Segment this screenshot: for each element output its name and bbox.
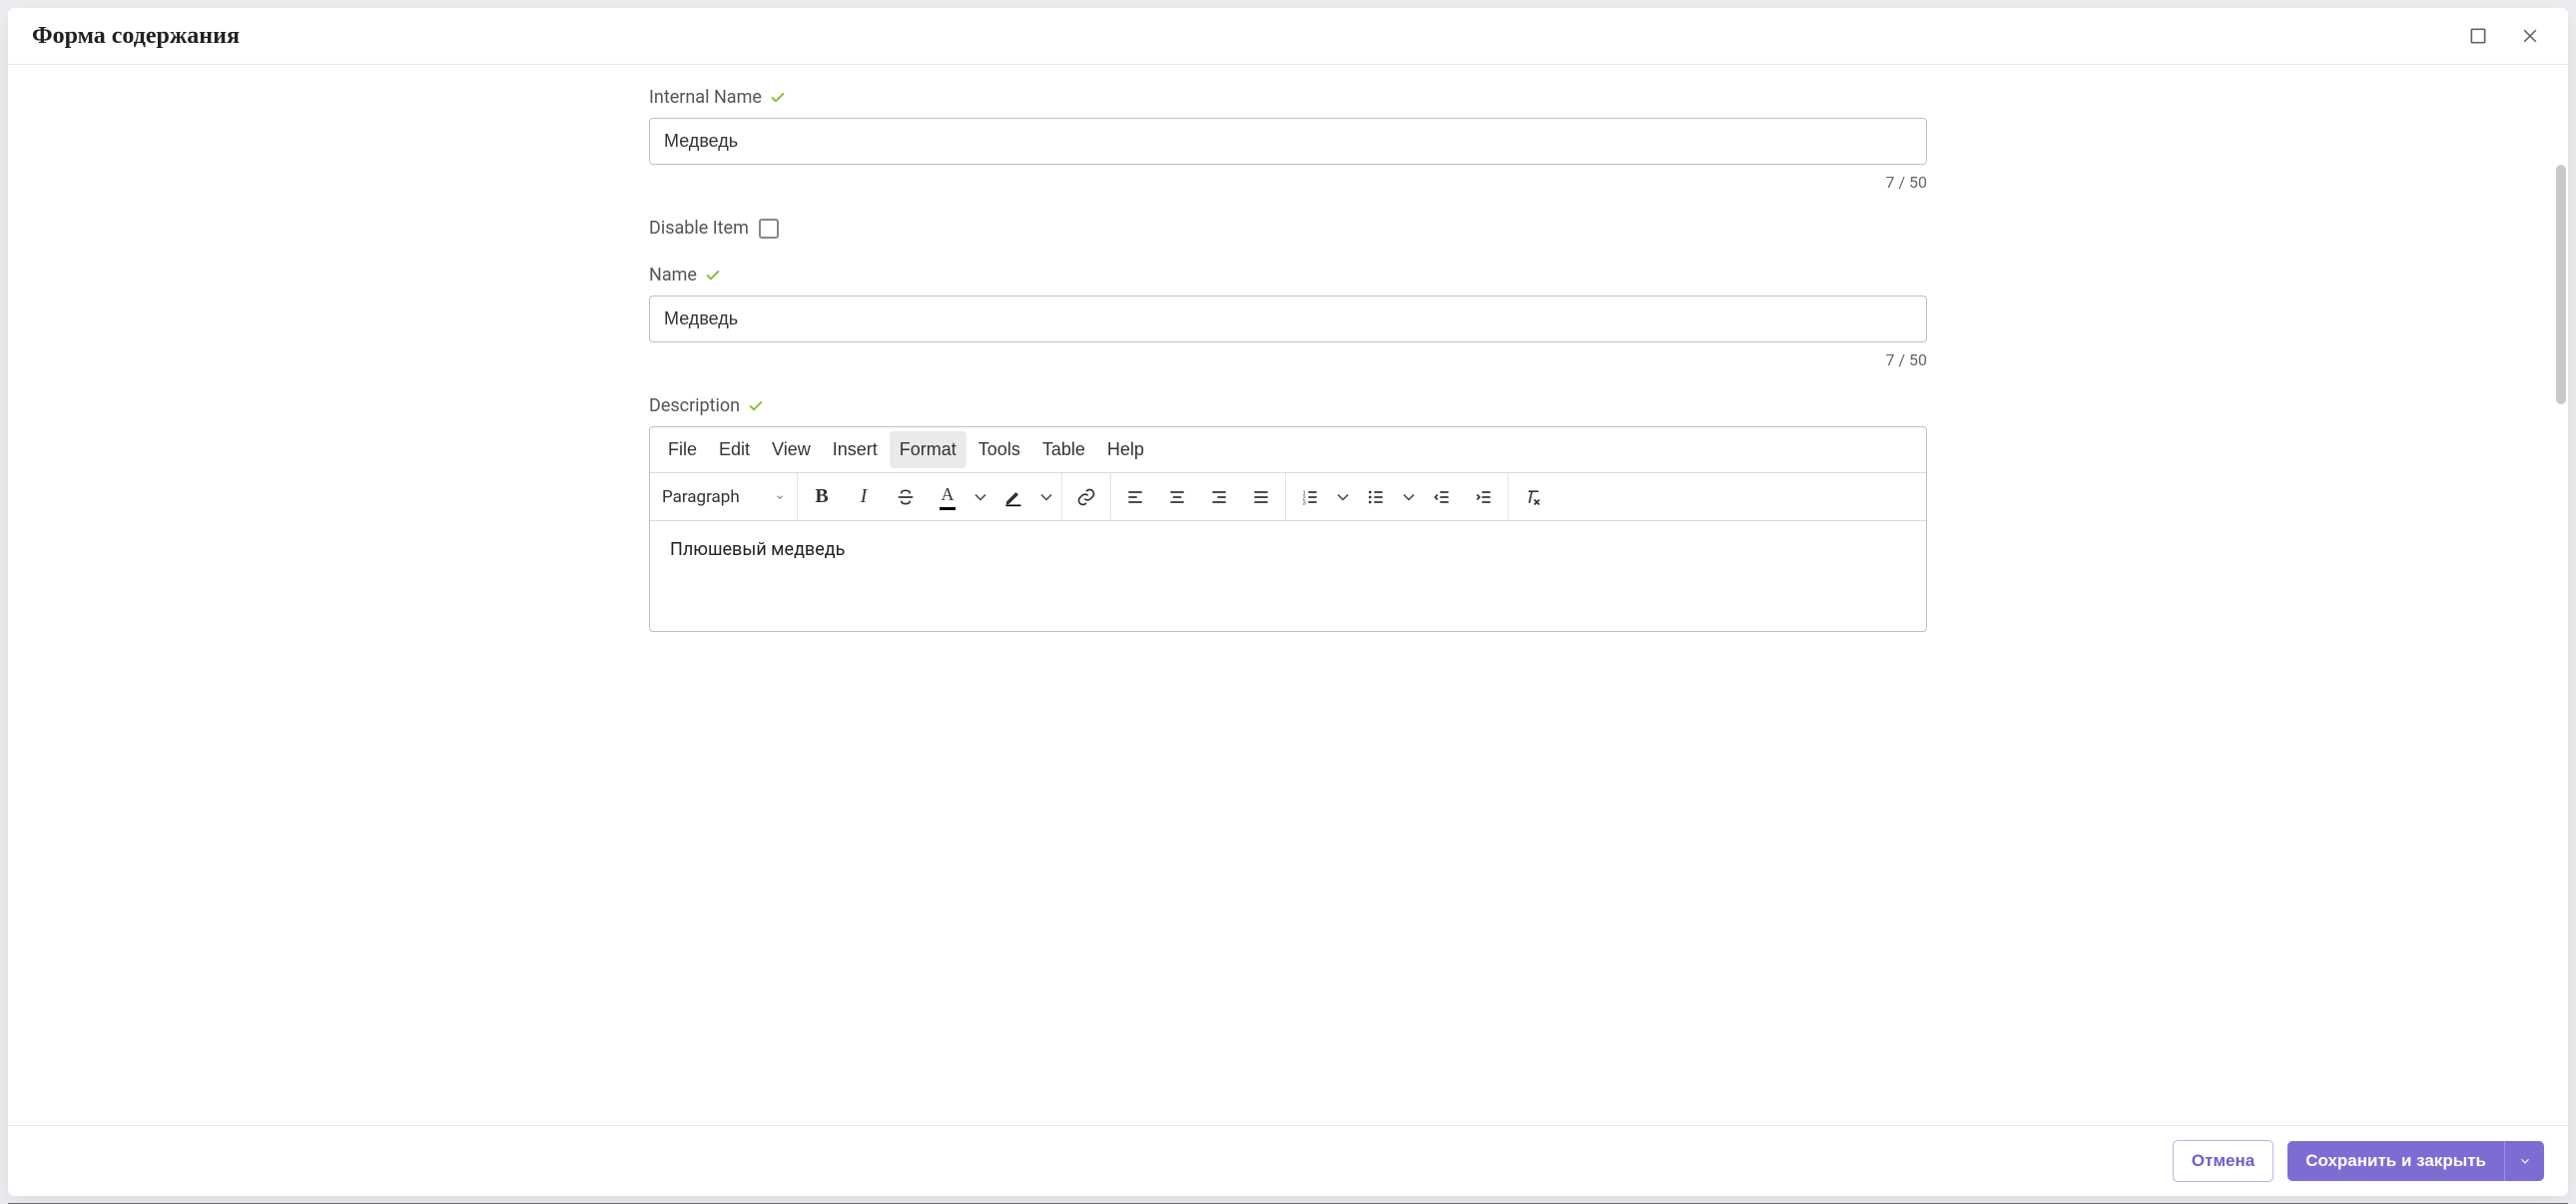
align-justify-icon bbox=[1251, 487, 1271, 507]
menu-edit[interactable]: Edit bbox=[709, 431, 760, 468]
name-label-text: Name bbox=[649, 265, 697, 286]
toolbar-group-text-style: B I A bbox=[798, 473, 1062, 520]
outdent-icon bbox=[1432, 487, 1452, 507]
chevron-down-icon bbox=[1036, 487, 1056, 507]
editor-toolbar: Paragraph B I A bbox=[650, 473, 1926, 521]
modal-title: Форма содержания bbox=[32, 23, 240, 50]
save-and-close-button[interactable]: Сохранить и закрыть bbox=[2287, 1141, 2504, 1181]
menu-view[interactable]: View bbox=[762, 431, 821, 468]
strikethrough-icon bbox=[896, 487, 916, 507]
field-disable-item: Disable Item bbox=[649, 218, 1927, 239]
disable-item-checkbox[interactable] bbox=[759, 219, 779, 239]
menu-file[interactable]: File bbox=[658, 431, 707, 468]
menu-help[interactable]: Help bbox=[1097, 431, 1154, 468]
toolbar-group-align bbox=[1111, 473, 1286, 520]
toolbar-group-lists: 123 bbox=[1286, 473, 1509, 520]
save-button-group: Сохранить и закрыть bbox=[2287, 1141, 2544, 1181]
clear-formatting-icon bbox=[1523, 487, 1543, 507]
italic-button[interactable]: I bbox=[844, 477, 884, 517]
description-editor-content[interactable]: Плюшевый медведь bbox=[650, 521, 1926, 631]
indent-button[interactable] bbox=[1464, 477, 1504, 517]
align-justify-button[interactable] bbox=[1241, 477, 1281, 517]
internal-name-label-text: Internal Name bbox=[649, 87, 762, 108]
align-center-icon bbox=[1167, 487, 1187, 507]
bold-button[interactable]: B bbox=[802, 477, 842, 517]
chevron-down-icon bbox=[1399, 487, 1419, 507]
disable-item-label-text: Disable Item bbox=[649, 218, 749, 239]
block-format-select[interactable]: Paragraph bbox=[650, 473, 798, 520]
menu-insert[interactable]: Insert bbox=[823, 431, 888, 468]
indent-icon bbox=[1474, 487, 1494, 507]
scrollbar-thumb[interactable] bbox=[2556, 165, 2566, 404]
maximize-icon bbox=[2468, 26, 2488, 46]
align-left-icon bbox=[1125, 487, 1145, 507]
close-icon bbox=[2520, 26, 2540, 46]
link-button[interactable] bbox=[1066, 477, 1106, 517]
menu-format[interactable]: Format bbox=[890, 431, 966, 468]
bullet-list-icon bbox=[1366, 487, 1386, 507]
align-right-icon bbox=[1209, 487, 1229, 507]
numbered-list-icon: 123 bbox=[1300, 487, 1320, 507]
highlight-dropdown[interactable] bbox=[1035, 477, 1057, 517]
bullet-list-dropdown[interactable] bbox=[1398, 477, 1420, 517]
disable-item-row: Disable Item bbox=[649, 218, 1927, 239]
align-right-button[interactable] bbox=[1199, 477, 1239, 517]
description-label-text: Description bbox=[649, 395, 740, 416]
align-left-button[interactable] bbox=[1115, 477, 1155, 517]
strikethrough-button[interactable] bbox=[886, 477, 926, 517]
chevron-down-icon bbox=[1333, 487, 1353, 507]
close-button[interactable] bbox=[2516, 22, 2544, 50]
align-center-button[interactable] bbox=[1157, 477, 1197, 517]
internal-name-input[interactable] bbox=[649, 118, 1927, 165]
header-actions bbox=[2464, 22, 2544, 50]
modal-footer: Отмена Сохранить и закрыть bbox=[8, 1125, 2568, 1196]
field-name: Name 7 / 50 bbox=[649, 265, 1927, 369]
content-form-modal: Форма содержания Internal Name 7 bbox=[8, 8, 2568, 1196]
toolbar-group-clear bbox=[1509, 473, 1557, 520]
highlight-button[interactable] bbox=[993, 477, 1033, 517]
maximize-button[interactable] bbox=[2464, 22, 2492, 50]
clear-formatting-button[interactable] bbox=[1513, 477, 1553, 517]
toolbar-group-link bbox=[1062, 473, 1111, 520]
field-label-description: Description bbox=[649, 395, 1927, 416]
internal-name-counter: 7 / 50 bbox=[649, 173, 1927, 192]
chevron-down-icon bbox=[775, 492, 785, 502]
numbered-list-button[interactable]: 123 bbox=[1290, 477, 1330, 517]
svg-text:3: 3 bbox=[1303, 500, 1306, 506]
form-area: Internal Name 7 / 50 Disable Item Nam bbox=[649, 65, 1927, 672]
field-label-name: Name bbox=[649, 265, 1927, 286]
menu-tools[interactable]: Tools bbox=[968, 431, 1030, 468]
check-icon bbox=[770, 90, 786, 106]
check-icon bbox=[705, 268, 721, 284]
link-icon bbox=[1076, 487, 1096, 507]
modal-body[interactable]: Internal Name 7 / 50 Disable Item Nam bbox=[8, 65, 2568, 1125]
rich-text-editor: File Edit View Insert Format Tools Table… bbox=[649, 426, 1927, 632]
chevron-down-icon bbox=[970, 487, 990, 507]
field-label-internal-name: Internal Name bbox=[649, 87, 1927, 108]
bullet-list-button[interactable] bbox=[1356, 477, 1396, 517]
cancel-button[interactable]: Отмена bbox=[2173, 1140, 2273, 1182]
highlighter-icon bbox=[1003, 487, 1023, 507]
editor-menubar: File Edit View Insert Format Tools Table… bbox=[650, 427, 1926, 473]
save-dropdown-button[interactable] bbox=[2504, 1141, 2544, 1181]
outdent-button[interactable] bbox=[1422, 477, 1462, 517]
check-icon bbox=[748, 398, 764, 414]
name-input[interactable] bbox=[649, 296, 1927, 342]
field-description: Description File Edit View Insert Format… bbox=[649, 395, 1927, 632]
numbered-list-dropdown[interactable] bbox=[1332, 477, 1354, 517]
text-color-button[interactable]: A bbox=[928, 477, 967, 517]
field-internal-name: Internal Name 7 / 50 bbox=[649, 87, 1927, 192]
text-color-dropdown[interactable] bbox=[969, 477, 991, 517]
chevron-down-icon bbox=[2518, 1154, 2532, 1168]
block-format-label: Paragraph bbox=[662, 487, 740, 507]
modal-header: Форма содержания bbox=[8, 8, 2568, 65]
name-counter: 7 / 50 bbox=[649, 350, 1927, 369]
menu-table[interactable]: Table bbox=[1032, 431, 1095, 468]
